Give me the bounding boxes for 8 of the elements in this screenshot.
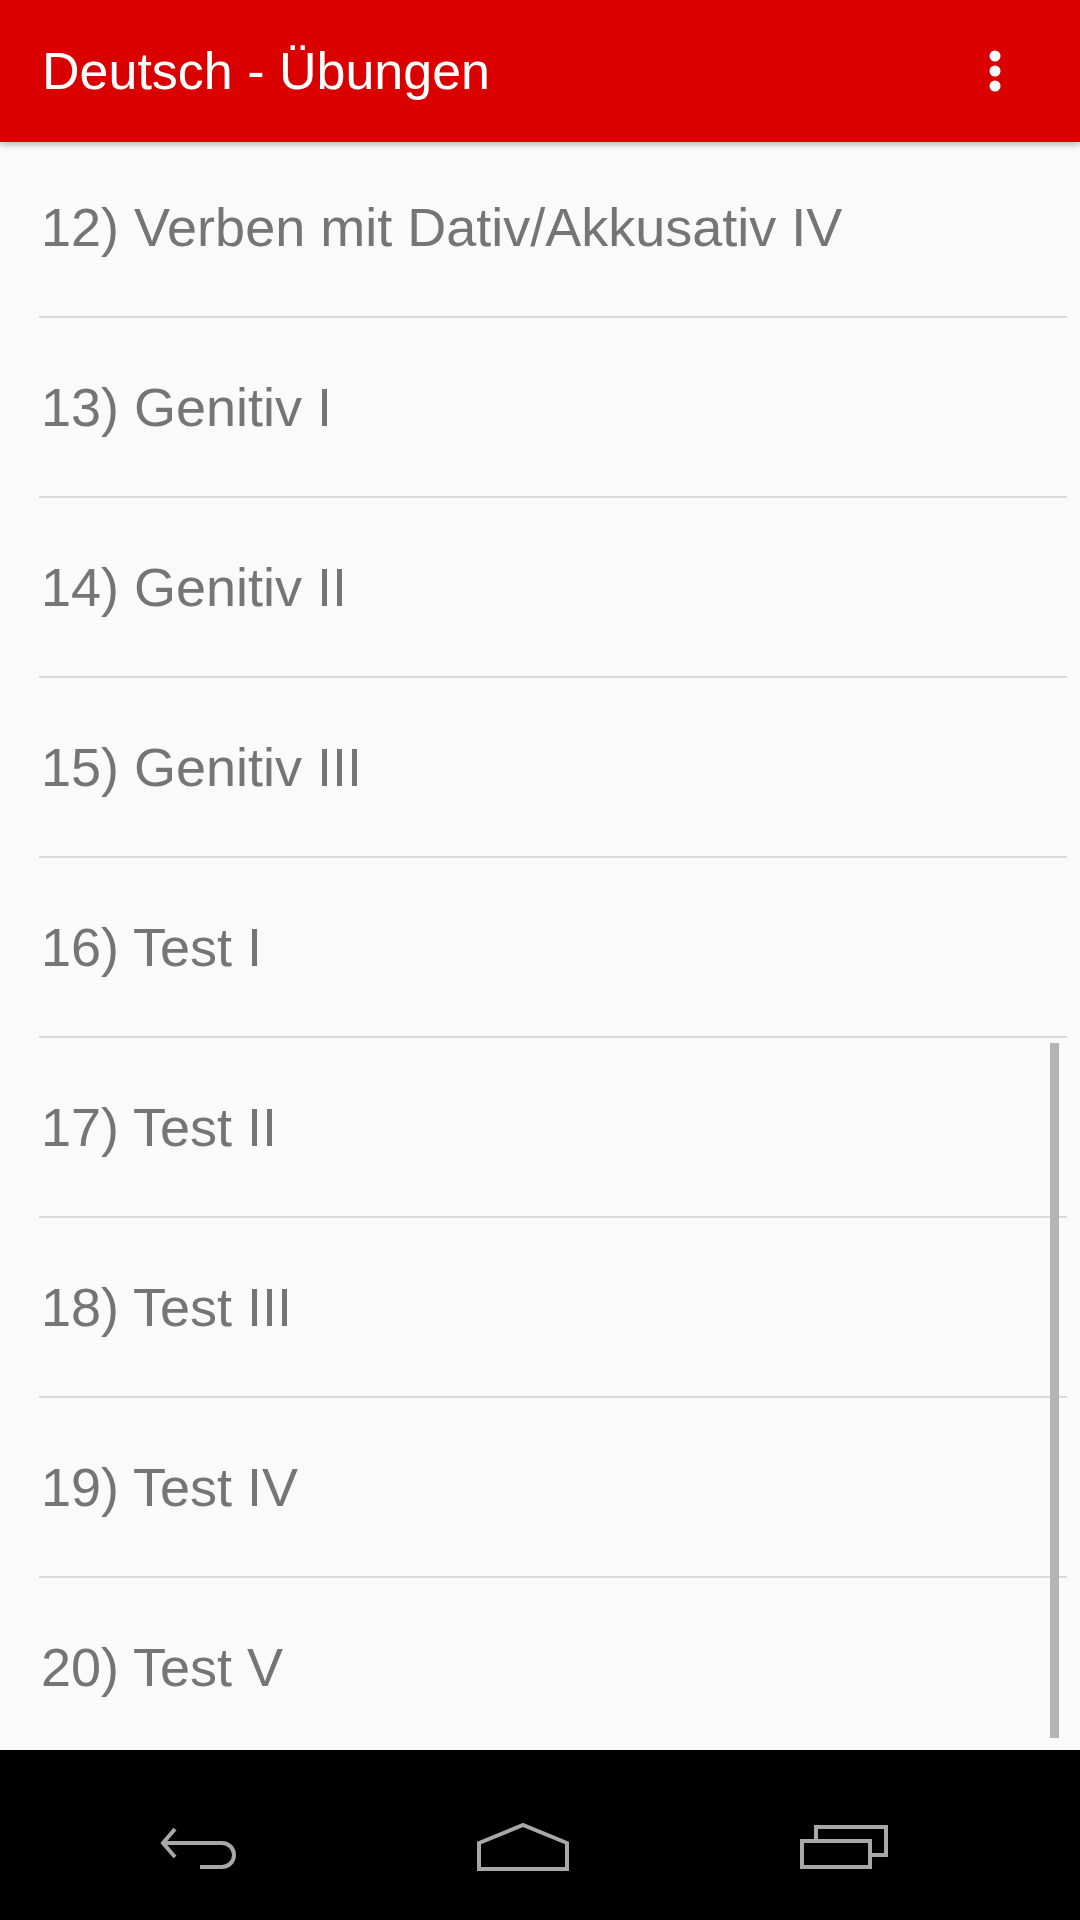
exercise-item[interactable]: 13) Genitiv I bbox=[39, 318, 1067, 498]
exercise-item[interactable]: 12) Verben mit Dativ/Akkusativ IV bbox=[39, 142, 1067, 318]
recent-apps-icon[interactable] bbox=[800, 1825, 888, 1869]
exercise-item[interactable]: 16) Test I bbox=[39, 858, 1067, 1038]
exercise-item[interactable]: 15) Genitiv III bbox=[39, 678, 1067, 858]
exercise-item[interactable]: 14) Genitiv II bbox=[39, 498, 1067, 678]
home-icon[interactable] bbox=[477, 1823, 569, 1871]
more-options-icon[interactable] bbox=[989, 50, 1001, 92]
